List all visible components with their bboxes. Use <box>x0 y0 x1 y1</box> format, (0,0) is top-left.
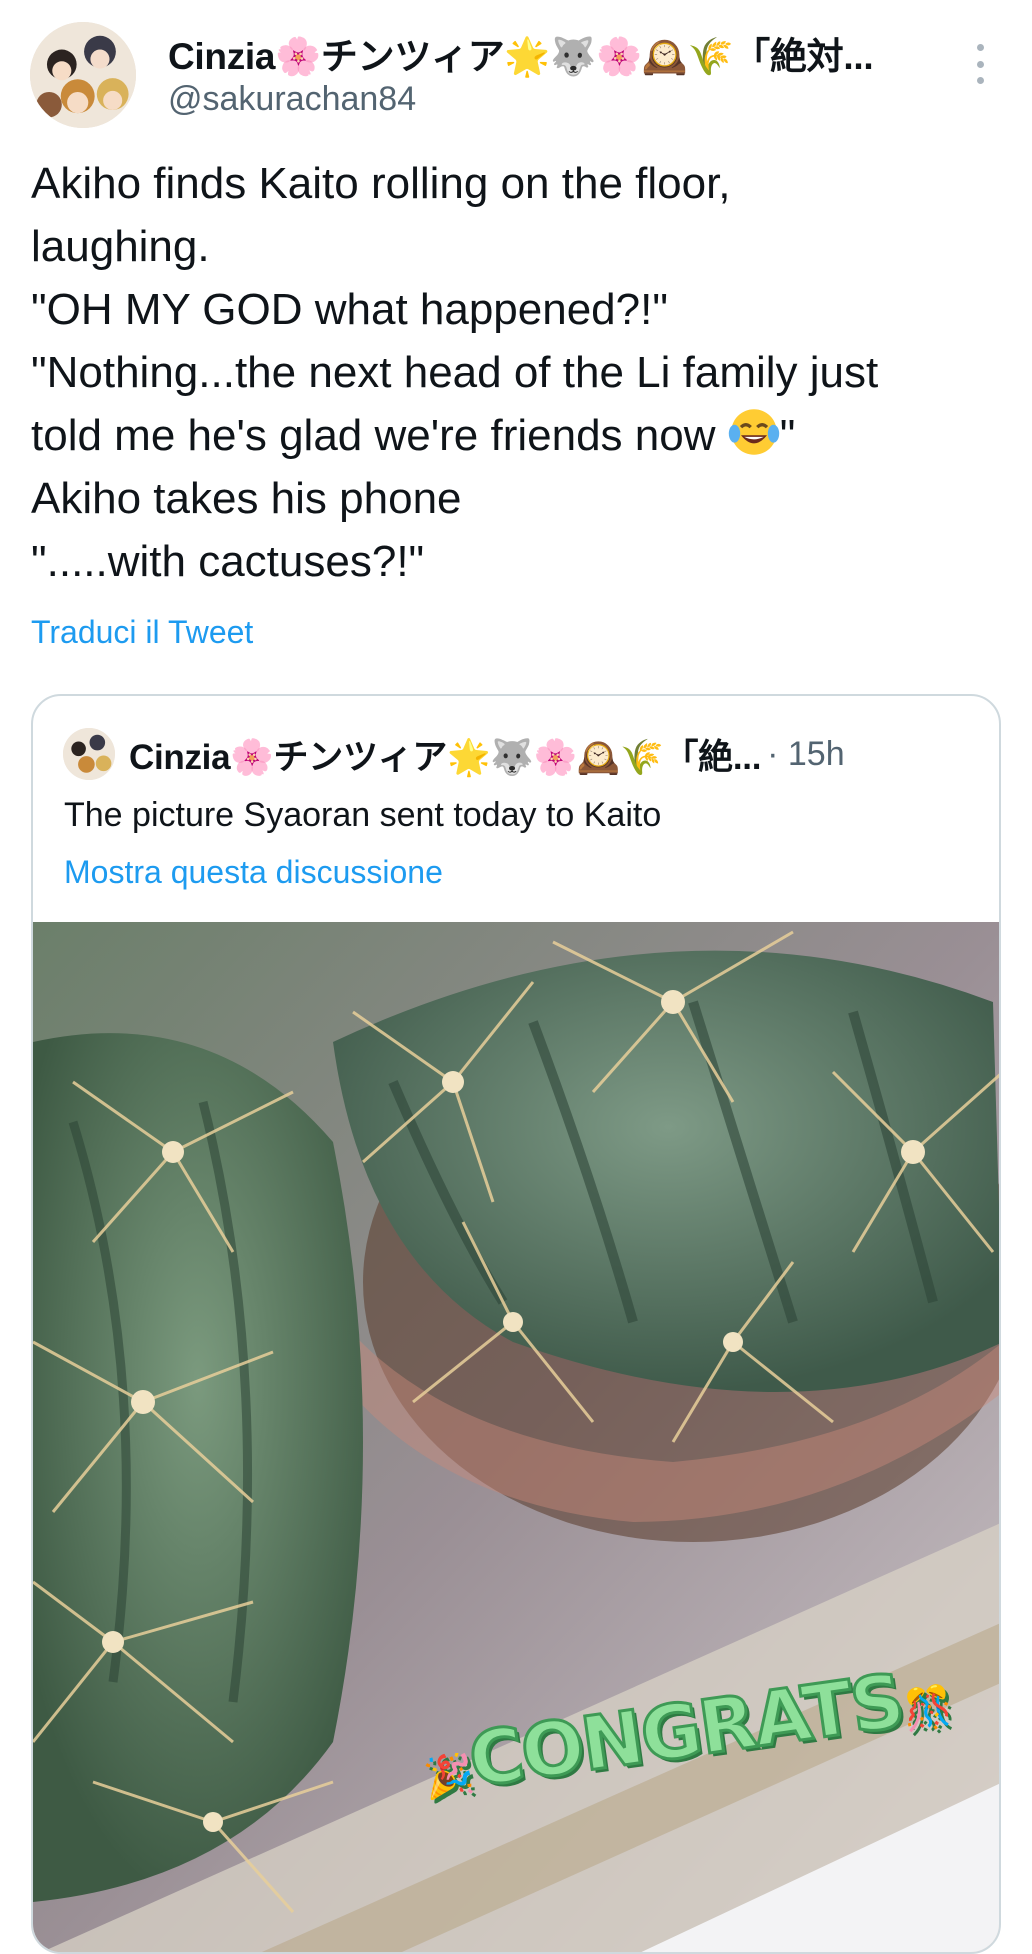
quoted-author-row: Cinzia🌸チンツィア🌟🐺🌸🕰️🌾「絶... · 15h <box>129 726 969 782</box>
quoted-timestamp: · 15h <box>767 734 845 773</box>
more-vertical-icon[interactable] <box>968 44 992 84</box>
tweet-line: ".....with cactuses?!" <box>31 537 425 586</box>
confetti-icon: 🎉 <box>420 1749 477 1804</box>
tweet-line-with-emoji: told me he's glad we're friends now " <box>31 404 1006 467</box>
more-dot <box>976 77 984 84</box>
avatar-illustration <box>30 22 136 128</box>
tweet-line-text: told me he's glad we're friends now <box>31 411 716 460</box>
author-avatar[interactable] <box>30 22 136 128</box>
confetti-icon: 🎊 <box>899 1682 956 1737</box>
quoted-tweet-photo[interactable] <box>33 922 999 1952</box>
show-thread-link[interactable]: Mostra questa discussione <box>64 854 443 891</box>
tweet-header: Cinzia🌸チンツィア🌟🐺🌸🕰️🌾「絶対... @sakurachan84 <box>0 0 1032 140</box>
author-name-row[interactable]: Cinzia🌸チンツィア🌟🐺🌸🕰️🌾「絶対... <box>168 28 948 78</box>
tweet-line: Akiho takes his phone <box>31 474 462 523</box>
tweet-line: Akiho finds Kaito rolling on the floor, <box>31 159 731 208</box>
tweet-line: "Nothing...the next head of the Li famil… <box>31 348 879 397</box>
cactus-photo <box>33 922 999 1952</box>
tweet-line: "OH MY GOD what happened?!" <box>31 285 668 334</box>
tweet-line: laughing. <box>31 222 210 271</box>
tweet-body: Akiho finds Kaito rolling on the floor, … <box>31 152 1006 593</box>
quoted-author-avatar <box>63 728 115 780</box>
more-dot <box>976 60 984 68</box>
more-dot <box>976 44 984 51</box>
quoted-tweet-text: The picture Syaoran sent today to Kaito <box>64 796 662 834</box>
face-with-tears-of-joy-icon <box>728 409 779 455</box>
author-display-name[interactable]: Cinzia🌸チンツィア🌟🐺🌸🕰️🌾「絶対... <box>168 28 874 78</box>
quoted-author-name: Cinzia🌸チンツィア🌟🐺🌸🕰️🌾「絶... <box>129 737 762 777</box>
tweet-line-suffix: " <box>779 411 796 460</box>
translate-tweet-link[interactable]: Traduci il Tweet <box>31 614 253 651</box>
avatar-illustration <box>63 728 115 780</box>
author-handle[interactable]: @sakurachan84 <box>168 80 416 119</box>
